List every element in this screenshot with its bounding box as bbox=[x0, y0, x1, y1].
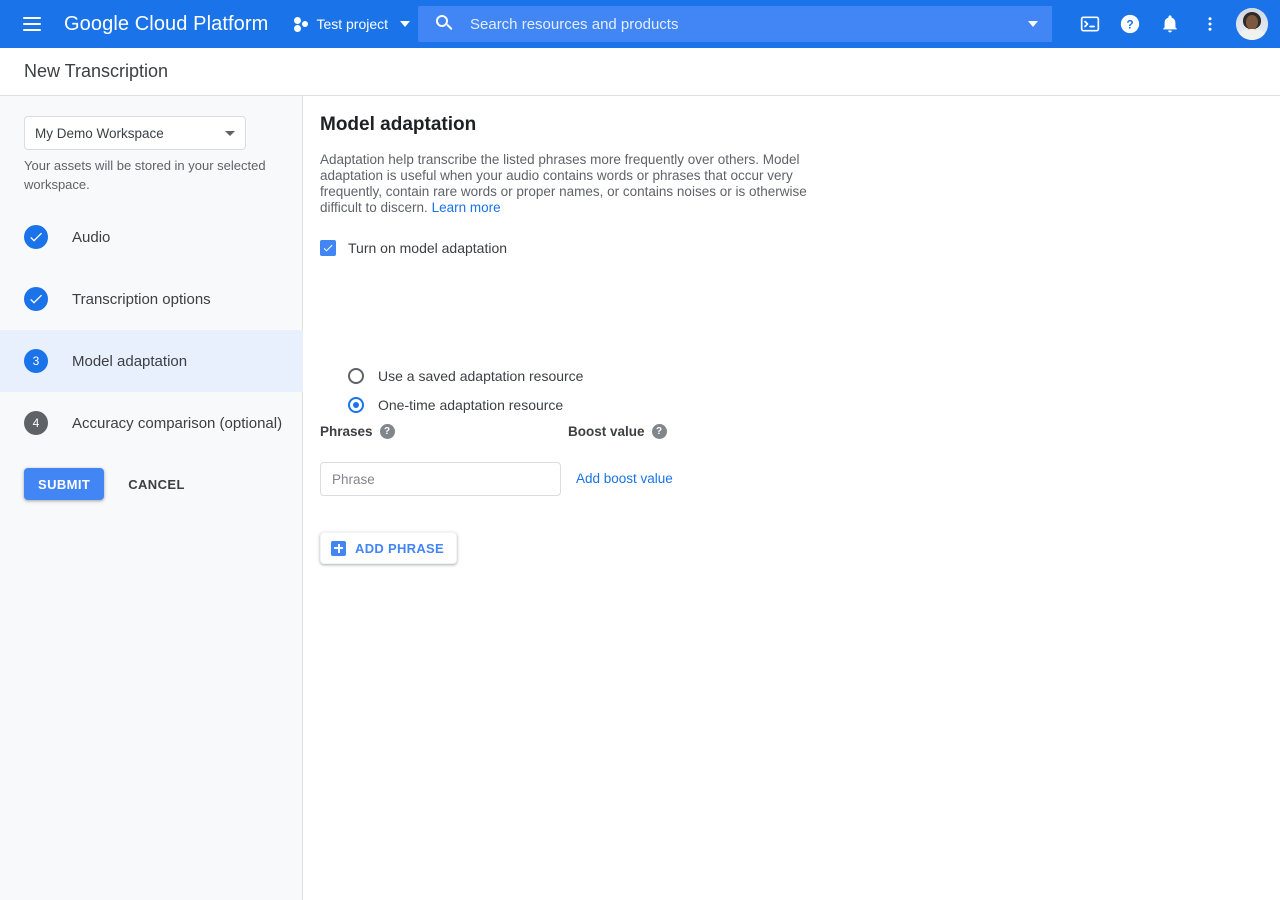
help-question-icon[interactable]: ? bbox=[380, 424, 395, 439]
phrase-input[interactable] bbox=[320, 462, 561, 496]
learn-more-link[interactable]: Learn more bbox=[432, 200, 501, 215]
sidebar-item-model-adaptation[interactable]: 3 Model adaptation bbox=[0, 330, 303, 392]
sidebar-item-label: Accuracy comparison (optional) bbox=[72, 415, 282, 432]
hamburger-bar bbox=[23, 17, 41, 19]
search-dropdown-button[interactable] bbox=[1008, 6, 1052, 42]
top-app-bar: Google Cloud Platform Test project ? bbox=[0, 0, 1280, 48]
help-question-icon[interactable]: ? bbox=[1110, 4, 1150, 44]
help-question-icon[interactable]: ? bbox=[652, 424, 667, 439]
workspace-select[interactable]: My Demo Workspace bbox=[24, 116, 246, 150]
hamburger-menu-icon[interactable] bbox=[8, 0, 56, 48]
svg-text:?: ? bbox=[1126, 18, 1133, 32]
checkbox-label: Turn on model adaptation bbox=[348, 240, 507, 256]
sidebar-item-label: Model adaptation bbox=[72, 353, 187, 370]
search-icon bbox=[436, 15, 454, 33]
phrases-label: Phrases bbox=[320, 424, 373, 439]
main-content: Model adaptation Adaptation help transcr… bbox=[303, 96, 1280, 900]
section-description-text: Adaptation help transcribe the listed ph… bbox=[320, 152, 807, 215]
step-complete-check-icon bbox=[24, 287, 48, 311]
sidebar-item-audio[interactable]: Audio bbox=[0, 206, 303, 268]
boost-value-column-header: Boost value ? bbox=[568, 424, 667, 439]
project-name: Test project bbox=[316, 16, 388, 32]
brand-google: Google bbox=[64, 13, 129, 35]
sidebar-item-label: Transcription options bbox=[72, 291, 211, 308]
sidebar-item-label: Audio bbox=[72, 229, 110, 246]
cloud-shell-terminal-icon[interactable] bbox=[1070, 4, 1110, 44]
top-bar-actions: ? bbox=[1070, 0, 1272, 48]
step-list: Audio Transcription options 3 Model adap… bbox=[0, 206, 303, 454]
more-vert-icon[interactable] bbox=[1190, 4, 1230, 44]
phrases-column-header: Phrases ? bbox=[320, 424, 395, 439]
sidebar-item-transcription-options[interactable]: Transcription options bbox=[0, 268, 303, 330]
radio-label: One-time adaptation resource bbox=[378, 397, 563, 413]
sidebar-item-accuracy-comparison[interactable]: 4 Accuracy comparison (optional) bbox=[0, 392, 303, 454]
search-input[interactable] bbox=[470, 16, 1008, 33]
workspace-selected-value: My Demo Workspace bbox=[35, 126, 225, 141]
submit-button[interactable]: SUBMIT bbox=[24, 468, 104, 500]
notifications-bell-icon[interactable] bbox=[1150, 4, 1190, 44]
chevron-down-icon bbox=[400, 21, 410, 27]
section-title: Model adaptation bbox=[320, 114, 476, 136]
radio-selected-icon bbox=[348, 397, 364, 413]
project-selector[interactable]: Test project bbox=[290, 8, 414, 40]
chevron-down-icon bbox=[1028, 21, 1038, 27]
hamburger-bar bbox=[23, 23, 41, 25]
step-number-badge: 3 bbox=[24, 349, 48, 373]
boost-value-label: Boost value bbox=[568, 424, 645, 439]
page-title-bar: New Transcription bbox=[0, 48, 1280, 96]
add-phrase-button[interactable]: ADD PHRASE bbox=[320, 532, 457, 564]
hamburger-bar bbox=[23, 29, 41, 31]
step-complete-check-icon bbox=[24, 225, 48, 249]
add-boost-value-link[interactable]: Add boost value bbox=[576, 471, 673, 486]
page-title: New Transcription bbox=[24, 61, 168, 82]
sidebar: My Demo Workspace Your assets will be st… bbox=[0, 96, 303, 900]
brand-title[interactable]: Google Cloud Platform bbox=[64, 13, 268, 36]
step-number-badge: 4 bbox=[24, 411, 48, 435]
workspace-help-text: Your assets will be stored in your selec… bbox=[24, 156, 276, 194]
chevron-down-icon bbox=[225, 131, 235, 136]
plus-square-icon bbox=[331, 541, 346, 556]
user-avatar[interactable] bbox=[1236, 8, 1268, 40]
brand-cloud-platform: Cloud Platform bbox=[129, 13, 268, 35]
form-actions: SUBMIT CANCEL bbox=[24, 468, 199, 500]
turn-on-model-adaptation-checkbox[interactable]: Turn on model adaptation bbox=[320, 240, 507, 256]
section-description: Adaptation help transcribe the listed ph… bbox=[320, 152, 810, 216]
search-bar[interactable] bbox=[418, 6, 1052, 42]
radio-label: Use a saved adaptation resource bbox=[378, 368, 583, 384]
radio-unselected-icon bbox=[348, 368, 364, 384]
checkbox-checked-icon bbox=[320, 240, 336, 256]
radio-use-saved-adaptation-resource[interactable]: Use a saved adaptation resource bbox=[348, 368, 583, 384]
add-phrase-label: ADD PHRASE bbox=[355, 541, 444, 556]
radio-one-time-adaptation-resource[interactable]: One-time adaptation resource bbox=[348, 397, 563, 413]
project-dots-icon bbox=[294, 16, 310, 32]
cancel-button[interactable]: CANCEL bbox=[114, 468, 199, 500]
